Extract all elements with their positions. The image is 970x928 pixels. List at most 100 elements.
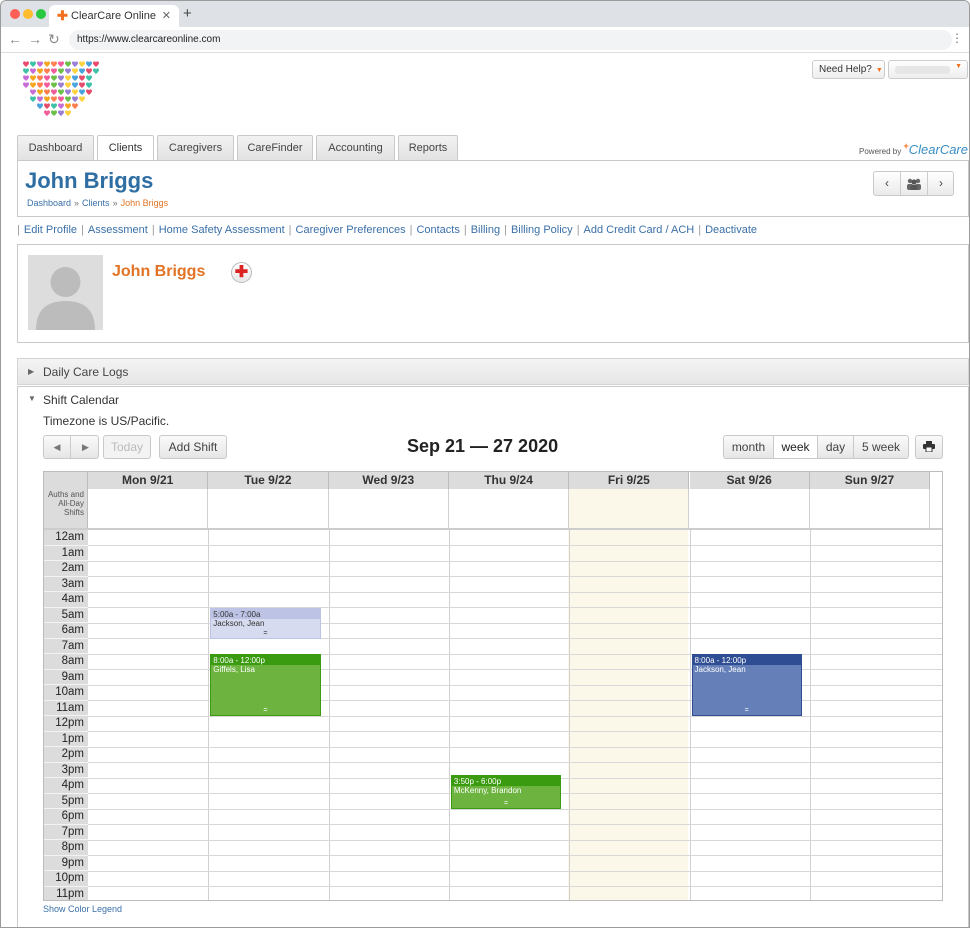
breadcrumb-clients[interactable]: Clients [82,198,110,208]
allday-cell[interactable] [810,489,931,528]
action-link-add-credit-card-ach[interactable]: Add Credit Card / ACH [584,224,695,236]
next-client-chevron-right-icon[interactable]: › [928,172,954,195]
client-profile-card: John Briggs ✚ [17,244,969,343]
view-day-button[interactable]: day [817,435,854,459]
tab-clients[interactable]: Clients [97,135,154,161]
shift-calendar-header[interactable]: ▼ Shift Calendar [28,393,119,407]
breadcrumb-dashboard[interactable]: Dashboard [27,198,71,208]
logo-heart-mark [36,103,44,109]
print-icon[interactable] [915,435,943,459]
tab-caregivers[interactable]: Caregivers [157,135,234,160]
day-header: Fri 9/25 [569,472,690,489]
logo-heart-mark [43,82,51,88]
hour-label: 10pm [44,871,88,887]
day-header: Sat 9/26 [689,472,810,489]
shift-event[interactable]: 8:00a - 12:00p Giffels, Lisa = [210,654,321,716]
resize-handle-icon[interactable]: = [211,630,319,637]
action-link-deactivate[interactable]: Deactivate [705,224,757,236]
logo-heart-mark [57,96,65,102]
medical-cross-icon[interactable]: ✚ [231,262,252,283]
resize-handle-icon[interactable]: = [693,707,801,714]
logo-heart-mark [57,110,65,116]
next-week-icon[interactable]: ▶ [72,436,99,458]
breadcrumb: Dashboard» Clients» John Briggs [27,198,168,208]
new-tab-icon[interactable]: + [183,5,192,22]
tab-carefinder[interactable]: CareFinder [237,135,313,160]
logo-heart-mark [92,68,100,74]
reload-icon[interactable]: ↻ [48,31,60,48]
user-menu-button[interactable]: ▼ [888,60,968,79]
action-link-contacts[interactable]: Contacts [416,224,459,236]
resize-handle-icon[interactable]: = [452,800,560,807]
shift-event[interactable]: 8:00a - 12:00p Jackson, Jean = [691,654,802,716]
link-separator: | [463,224,467,236]
tab-accounting[interactable]: Accounting [316,135,395,160]
shift-caregiver: Jackson, Jean [213,618,265,628]
shift-time: 3:50p - 6:00p [451,776,561,787]
hour-label: 10am [44,685,88,701]
allday-cell[interactable] [690,489,810,528]
browser-tab[interactable]: ✚ ClearCare Online ✕ [49,5,179,27]
resize-handle-icon[interactable]: = [211,707,319,714]
hour-gridline [88,746,942,748]
today-button[interactable]: Today [103,435,151,459]
forward-icon[interactable]: → [28,31,42,47]
action-link-caregiver-preferences[interactable]: Caregiver Preferences [296,224,406,236]
allday-cell[interactable] [449,489,570,528]
logo-heart-mark [71,75,79,81]
browser-menu-icon[interactable]: ⋮ [951,31,963,45]
clearcare-plus-icon: + [903,141,909,151]
hour-gridline [88,870,942,872]
logo-heart-mark [50,68,58,74]
show-color-legend-link[interactable]: Show Color Legend [43,904,122,914]
action-link-home-safety-assessment[interactable]: Home Safety Assessment [159,224,285,236]
daily-care-logs-section[interactable]: ▶ Daily Care Logs [17,358,969,385]
powered-prefix: Powered by [859,147,902,156]
logo-heart-mark [64,110,72,116]
tab-reports[interactable]: Reports [398,135,458,160]
view-month-button[interactable]: month [723,435,774,459]
add-shift-button[interactable]: Add Shift [159,435,227,459]
tab-dashboard[interactable]: Dashboard [17,135,94,160]
need-help-label: Need Help? [819,64,872,75]
action-link-assessment[interactable]: Assessment [88,224,148,236]
logo-heart-mark [71,103,79,109]
hour-gridline [88,824,942,825]
logo-heart-mark [29,75,37,81]
logo-heart-mark [29,89,37,95]
logo-heart-mark [71,89,79,95]
action-link-billing[interactable]: Billing [471,224,500,236]
allday-cell[interactable] [88,489,209,528]
shift-time: 8:00a - 12:00p [692,655,801,665]
shift-calendar-section: ▼ Shift Calendar Timezone is US/Pacific. … [17,386,969,927]
action-link-edit-profile[interactable]: Edit Profile [24,224,77,236]
url-input[interactable]: https://www.clearcareonline.com [69,30,952,50]
action-link-billing-policy[interactable]: Billing Policy [511,224,573,236]
back-icon[interactable]: ← [8,31,22,47]
logo-heart-mark [50,89,58,95]
previous-week-icon[interactable]: ◀ [44,436,71,458]
logo-heart-mark [22,61,30,67]
close-window-icon[interactable] [10,9,20,19]
previous-client-chevron-left-icon[interactable]: ‹ [874,172,901,195]
allday-cell[interactable] [569,489,690,528]
chevron-down-icon: ▼ [875,67,883,74]
view-5week-button[interactable]: 5 week [853,435,909,459]
logo-heart-mark [71,61,79,67]
shift-event[interactable]: 3:50p - 6:00p McKenny, Brandon = [450,775,562,809]
close-tab-icon[interactable]: ✕ [162,5,171,27]
logo-heart-mark [85,89,93,95]
allday-cell[interactable] [329,489,449,528]
hour-label: 8pm [44,840,88,856]
need-help-button[interactable]: Need Help? ▼ [812,60,885,79]
client-list-people-icon[interactable] [901,172,928,195]
hour-label: 6am [44,623,88,639]
maximize-window-icon[interactable] [36,9,46,19]
page-title: John Briggs [25,168,154,193]
shift-event[interactable]: 5:00a - 7:00a Jackson, Jean = [210,607,321,639]
logo-heart-mark [50,82,58,88]
shift-time: 8:00a - 12:00p [211,655,320,665]
minimize-window-icon[interactable] [23,9,33,19]
allday-cell[interactable] [208,489,329,528]
view-week-button[interactable]: week [773,435,818,459]
